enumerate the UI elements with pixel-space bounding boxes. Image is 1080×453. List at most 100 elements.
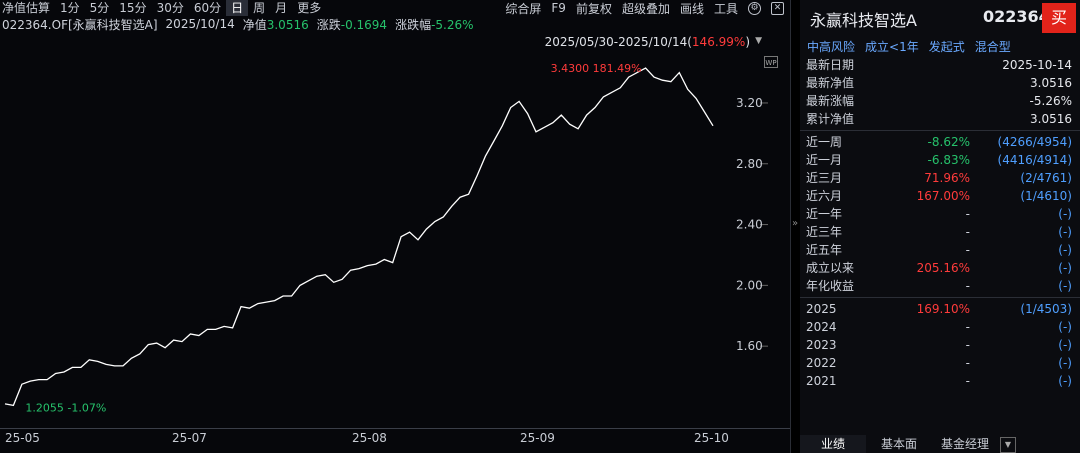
pct-label: 涨跌幅 — [395, 17, 432, 32]
stat-label: 最新净值 — [806, 76, 855, 90]
perf-value: 169.10% — [916, 302, 970, 316]
perf-value: 205.16% — [916, 261, 970, 275]
fund-tag[interactable]: 成立<1年 — [865, 38, 919, 55]
perf-row: 成立以来 205.16% (-) — [800, 259, 1080, 277]
perf-rank: (-) — [1058, 225, 1072, 239]
tool-0[interactable]: 综合屏 — [505, 0, 541, 17]
perf-value: -6.83% — [927, 153, 970, 167]
tab-1[interactable]: 1分 — [55, 0, 85, 16]
perf-row: 近三年 - (-) — [800, 223, 1080, 241]
perf-value: 167.00% — [916, 189, 970, 203]
stat-label: 最新涨幅 — [806, 94, 855, 108]
perf-row: 年化收益 - (-) — [800, 277, 1080, 295]
y-tick-label: 1.60 — [736, 339, 763, 353]
tab-9[interactable]: 更多 — [292, 0, 326, 16]
nav-line-chart: 3.20 2.80 2.40 2.00 1.60 3.4300 181.49% 1.2055… — [4, 62, 768, 414]
perf-row: 2025 169.10% (1/4503) — [800, 300, 1080, 318]
tool-1[interactable]: F9 — [551, 1, 566, 15]
change-label: 涨跌 — [316, 17, 341, 32]
chevron-down-icon[interactable]: ▼ — [1000, 437, 1016, 453]
chart-tools: 综合屏 F9 前复权 超级叠加 画线 工具 ⚙ ✕ — [505, 0, 784, 16]
perf-value: - — [965, 374, 970, 388]
stat-row: 最新净值 3.0516 — [800, 74, 1080, 92]
tool-4[interactable]: 画线 — [680, 0, 704, 17]
settings-icon[interactable]: ⚙ — [748, 1, 761, 15]
perf-label: 近一周 — [806, 135, 843, 149]
bottom-tab-0[interactable]: 业绩 — [800, 435, 866, 453]
perf-value: -8.62% — [927, 135, 970, 149]
close-icon[interactable]: ✕ — [771, 1, 784, 15]
perf-label: 近三月 — [806, 171, 843, 185]
tab-5[interactable]: 60分 — [189, 0, 226, 16]
perf-label: 近六月 — [806, 189, 843, 203]
perf-rank: (-) — [1058, 356, 1072, 370]
bottom-tab-2[interactable]: 基金经理 — [932, 435, 998, 453]
perf-row: 2022 - (-) — [800, 354, 1080, 372]
pct-value: -5.26% — [431, 17, 474, 32]
perf-row: 近三月 71.96% (2/4761) — [800, 169, 1080, 187]
chart-area: 净值估算 1分 5分 15分 30分 60分日周月更多 综合屏 F9 前复权 超级叠加 画线 工具 ⚙… — [0, 0, 790, 453]
fund-info-panel: 永赢科技智选A 022364 买 中高风险 成立<1年 发起式 混合型 最新日期 202… — [800, 0, 1080, 453]
perf-row: 2024 - (-) — [800, 318, 1080, 336]
perf-label: 近一年 — [806, 207, 843, 221]
y-tick-label: 2.80 — [736, 157, 763, 171]
tool-2[interactable]: 前复权 — [576, 0, 612, 17]
perf-label: 2024 — [806, 320, 837, 334]
buy-button[interactable]: 买 — [1042, 3, 1076, 33]
high-point-label: 3.4300 181.49% — [551, 62, 642, 75]
nav-label: 净值 — [242, 17, 267, 32]
stat-value: 2025-10-14 — [1002, 58, 1072, 72]
perf-row: 近一月 -6.83% (4416/4914) — [800, 151, 1080, 169]
perf-rank: (1/4610) — [1020, 189, 1072, 203]
tab-4[interactable]: 30分 — [152, 0, 189, 16]
fund-tag[interactable]: 中高风险 — [807, 38, 855, 55]
fund-tags: 中高风险 成立<1年 发起式 混合型 — [807, 38, 1011, 55]
separator — [800, 297, 1080, 298]
fund-header: 永赢科技智选A 022364 买 — [800, 0, 1080, 34]
stat-label: 最新日期 — [806, 58, 855, 72]
fund-name: 永赢科技智选A — [810, 11, 917, 30]
perf-value: - — [965, 225, 970, 239]
tab-3[interactable]: 15分 — [114, 0, 151, 16]
fund-stats: 最新日期 2025-10-14 最新净值 3.0516 最新涨幅 -5.26% 累计净值 3.… — [800, 56, 1080, 390]
x-axis: 25-05 25-07 25-08 25-09 25-10 — [0, 428, 790, 447]
perf-value: - — [965, 207, 970, 221]
perf-value: - — [965, 338, 970, 352]
perf-row: 近六月 167.00% (1/4610) — [800, 187, 1080, 205]
perf-rank: (-) — [1058, 279, 1072, 293]
perf-row: 近一周 -8.62% (4266/4954) — [800, 133, 1080, 151]
tab-0[interactable]: 净值估算 — [0, 0, 55, 16]
perf-row: 2021 - (-) — [800, 372, 1080, 390]
stat-value: 3.0516 — [1030, 76, 1072, 90]
tool-3[interactable]: 超级叠加 — [622, 0, 670, 17]
fund-tag[interactable]: 混合型 — [975, 38, 1011, 55]
tab-7[interactable]: 周 — [248, 0, 270, 16]
tool-5[interactable]: 工具 — [714, 0, 738, 17]
perf-label: 2021 — [806, 374, 837, 388]
panel-splitter[interactable]: » — [790, 0, 800, 453]
stat-row: 最新日期 2025-10-14 — [800, 56, 1080, 74]
bottom-tab-1[interactable]: 基本面 — [866, 435, 932, 453]
nav-value: 3.0516 — [266, 17, 309, 32]
y-tick-label: 3.20 — [736, 96, 763, 110]
perf-row: 近五年 - (-) — [800, 241, 1080, 259]
fund-tag[interactable]: 发起式 — [929, 38, 965, 55]
stat-label: 累计净值 — [806, 112, 855, 126]
perf-label: 年化收益 — [806, 279, 855, 293]
perf-value: 71.96% — [924, 171, 970, 185]
bottom-tabs: 业绩 基本面 基金经理 ▼ — [800, 435, 1080, 453]
perf-rank: (1/4503) — [1020, 302, 1072, 316]
perf-row: 近一年 - (-) — [800, 205, 1080, 223]
perf-label: 近三年 — [806, 225, 843, 239]
tab-8[interactable]: 月 — [270, 0, 292, 16]
tab-2[interactable]: 5分 — [85, 0, 115, 16]
low-point-label: 1.2055 -1.07% — [25, 401, 106, 414]
chevron-right-icon[interactable]: » — [792, 218, 798, 229]
x-tick-label: 25-10 — [694, 431, 729, 445]
fund-code: 022364 — [983, 7, 1050, 26]
perf-rank: (-) — [1058, 320, 1072, 334]
tab-6[interactable]: 日 — [226, 0, 249, 16]
stat-value: -5.26% — [1029, 94, 1072, 108]
separator — [800, 130, 1080, 131]
y-tick-label: 2.00 — [736, 278, 763, 292]
